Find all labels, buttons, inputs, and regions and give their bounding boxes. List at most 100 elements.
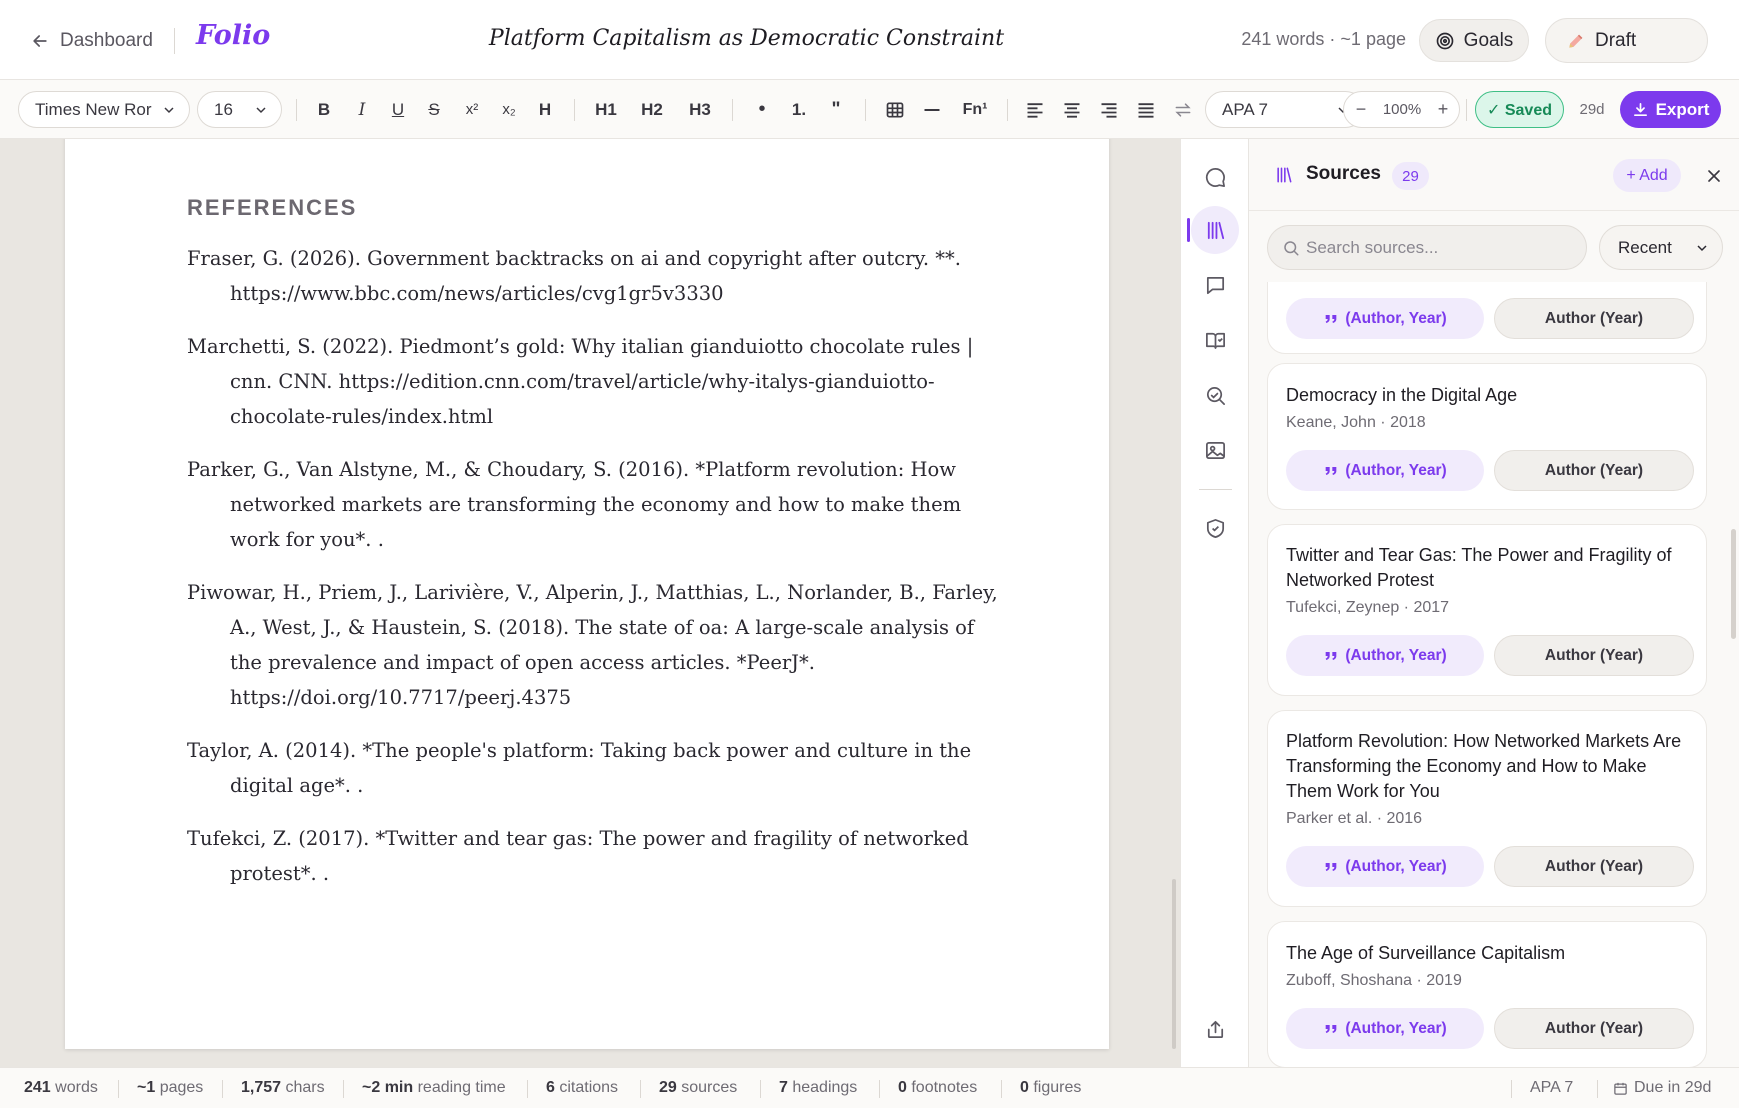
swap-arrows-icon — [1175, 102, 1191, 117]
comments-rail-button[interactable] — [1191, 153, 1239, 201]
cite-parenthetical-label: (Author, Year) — [1345, 646, 1447, 664]
integrity-rail-button[interactable] — [1191, 504, 1239, 552]
bullet-list-button[interactable]: • — [748, 91, 776, 128]
reading-rail-button[interactable] — [1191, 316, 1239, 364]
document-title[interactable]: Platform Capitalism as Democratic Constr… — [420, 26, 1073, 51]
insert-table-button[interactable] — [880, 91, 910, 128]
chat-rail-button[interactable] — [1191, 261, 1239, 309]
align-center-button[interactable] — [1057, 91, 1087, 128]
sources-panel-header: Sources 29 + Add — [1249, 139, 1739, 211]
toolbar-divider — [1007, 99, 1008, 121]
images-rail-button[interactable] — [1191, 426, 1239, 474]
reference-entry[interactable]: Taylor, A. (2014). *The people's platfor… — [187, 733, 1007, 803]
target-icon — [1436, 32, 1454, 49]
zoom-in-button[interactable]: + — [1430, 92, 1456, 127]
source-card[interactable]: (Author, Year) Author (Year) — [1267, 282, 1707, 354]
share-icon — [1207, 1020, 1223, 1038]
cite-parenthetical-button[interactable]: (Author, Year) — [1286, 846, 1484, 887]
citation-style-select[interactable]: APA 7 — [1205, 91, 1364, 128]
reference-entry[interactable]: Parker, G., Van Alstyne, M., & Choudary,… — [187, 452, 1007, 557]
deadline-days: 29d — [1579, 101, 1605, 118]
status-divider — [527, 1080, 528, 1098]
cite-parenthetical-button[interactable]: (Author, Year) — [1286, 1008, 1484, 1049]
reference-entry[interactable]: Tufekci, Z. (2017). *Twitter and tear ga… — [187, 821, 1007, 891]
strikethrough-button[interactable]: S — [420, 91, 448, 128]
goals-button[interactable]: Goals — [1419, 19, 1529, 62]
cite-narrative-button[interactable]: Author (Year) — [1494, 450, 1694, 491]
font-size-value: 16 — [214, 99, 233, 119]
stat-label: citations — [559, 1079, 619, 1096]
blockquote-button[interactable]: " — [822, 91, 850, 128]
numbered-list-button[interactable]: 1. — [785, 91, 813, 128]
zoom-level: 100% — [1382, 101, 1422, 118]
back-to-dashboard-button[interactable]: Dashboard — [30, 24, 153, 58]
status-divider — [1001, 1080, 1002, 1098]
cite-parenthetical-button[interactable]: (Author, Year) — [1286, 635, 1484, 676]
panel-scrollbar[interactable] — [1731, 529, 1736, 639]
close-panel-button[interactable] — [1702, 164, 1726, 188]
source-card[interactable]: Twitter and Tear Gas: The Power and Frag… — [1267, 524, 1707, 696]
zoom-out-button[interactable]: − — [1348, 92, 1374, 127]
underline-button[interactable]: U — [384, 91, 412, 128]
editor-scrollbar[interactable] — [1172, 879, 1176, 1049]
cite-narrative-button[interactable]: Author (Year) — [1494, 298, 1694, 339]
align-right-icon — [1101, 102, 1117, 118]
stat-label: pages — [159, 1079, 204, 1096]
source-title: Twitter and Tear Gas: The Power and Frag… — [1286, 545, 1672, 590]
superscript-button[interactable]: x² — [457, 91, 487, 128]
references-heading[interactable]: REFERENCES — [187, 195, 357, 221]
shield-check-icon — [1206, 518, 1224, 538]
source-card[interactable]: Democracy in the Digital Age Keane, John… — [1267, 363, 1707, 510]
reference-entry[interactable]: Fraser, G. (2026). Government backtracks… — [187, 241, 1007, 311]
cite-narrative-button[interactable]: Author (Year) — [1494, 846, 1694, 887]
cite-narrative-button[interactable]: Author (Year) — [1494, 635, 1694, 676]
horizontal-rule-button[interactable] — [917, 91, 947, 128]
image-icon — [1205, 441, 1225, 459]
highlight-button[interactable]: H — [531, 91, 559, 128]
heading1-button[interactable]: H1 — [587, 91, 625, 128]
table-icon — [886, 102, 904, 117]
export-button[interactable]: Export — [1620, 91, 1721, 128]
subscript-button[interactable]: x₂ — [494, 91, 524, 128]
font-size-select[interactable]: 16 — [197, 91, 282, 128]
sort-select[interactable]: Recent — [1599, 225, 1723, 270]
document-page[interactable]: REFERENCES Fraser, G. (2026). Government… — [65, 139, 1109, 1049]
brand-logo[interactable]: Folio — [196, 20, 270, 51]
app-header: Dashboard Folio Platform Capitalism as D… — [0, 0, 1739, 80]
footnote-button[interactable]: Fn¹ — [957, 91, 993, 128]
align-center-icon — [1064, 102, 1080, 118]
cite-narrative-button[interactable]: Author (Year) — [1494, 1008, 1694, 1049]
source-card[interactable]: The Age of Surveillance Capitalism Zubof… — [1267, 921, 1707, 1067]
toolbar-divider — [865, 99, 866, 121]
cite-parenthetical-button[interactable]: (Author, Year) — [1286, 298, 1484, 339]
draft-status-button[interactable]: Draft — [1545, 18, 1708, 63]
share-rail-button[interactable] — [1191, 1005, 1239, 1053]
align-right-button[interactable] — [1094, 91, 1124, 128]
reference-entry[interactable]: Piwowar, H., Priem, J., Larivière, V., A… — [187, 575, 1007, 715]
references-list[interactable]: Fraser, G. (2026). Government backtracks… — [187, 241, 1007, 909]
source-card[interactable]: Platform Revolution: How Networked Marke… — [1267, 710, 1707, 907]
chat-icon — [1206, 276, 1224, 294]
stat-citations: 6 citations — [546, 1079, 618, 1097]
status-citation-style: APA 7 — [1530, 1079, 1574, 1096]
bold-button[interactable]: B — [310, 91, 338, 128]
cite-parenthetical-label: (Author, Year) — [1345, 309, 1447, 327]
back-label: Dashboard — [60, 30, 153, 51]
library-icon — [1207, 221, 1224, 239]
stat-label: footnotes — [911, 1079, 978, 1096]
heading2-button[interactable]: H2 — [633, 91, 671, 128]
text-direction-button[interactable] — [1170, 91, 1196, 128]
sources-rail-button[interactable] — [1191, 206, 1239, 254]
italic-button[interactable]: I — [348, 91, 376, 128]
font-family-select[interactable]: Times New Ror — [18, 91, 190, 128]
justify-button[interactable] — [1131, 91, 1161, 128]
align-left-button[interactable] — [1020, 91, 1050, 128]
cite-parenthetical-label: (Author, Year) — [1345, 1019, 1447, 1037]
research-rail-button[interactable] — [1191, 371, 1239, 419]
reference-entry[interactable]: Marchetti, S. (2022). Piedmont’s gold: W… — [187, 329, 1007, 434]
heading3-button[interactable]: H3 — [681, 91, 719, 128]
status-divider — [343, 1080, 344, 1098]
search-input[interactable] — [1306, 226, 1576, 269]
add-source-button[interactable]: + Add — [1613, 159, 1681, 192]
cite-parenthetical-button[interactable]: (Author, Year) — [1286, 450, 1484, 491]
